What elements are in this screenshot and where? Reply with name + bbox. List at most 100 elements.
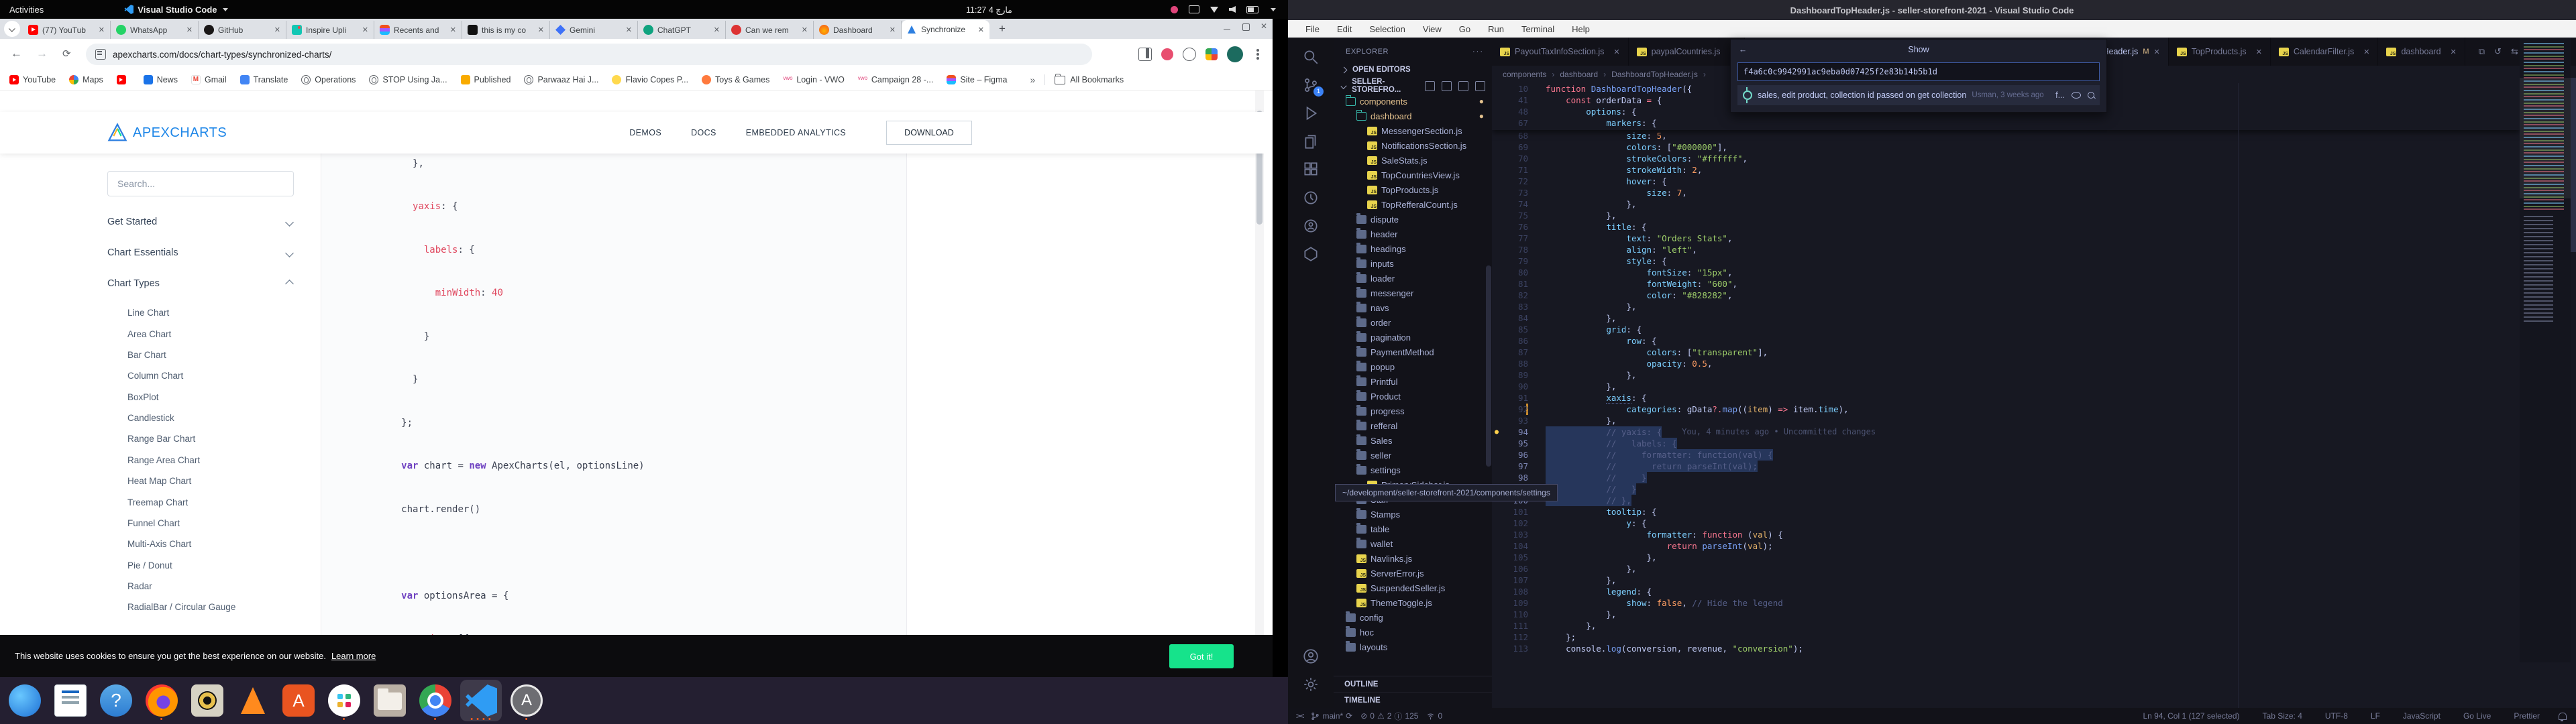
tree-item[interactable]: layouts: [1334, 640, 1492, 654]
apexcharts-logo[interactable]: APEXCHARTS: [107, 123, 227, 143]
browser-tab[interactable]: Inspire Upli: [286, 21, 374, 39]
tab-close-icon[interactable]: [2451, 48, 2457, 56]
page-scrollbar[interactable]: [1255, 90, 1264, 654]
address-bar[interactable]: apexcharts.com/docs/chart-types/synchron…: [86, 44, 1092, 65]
sidebar-chart-type-link[interactable]: Area Chart: [107, 323, 309, 344]
explorer-icon[interactable]: [1302, 133, 1320, 150]
lightbulb-icon[interactable]: [1492, 506, 1501, 518]
tab-close-icon[interactable]: [186, 25, 193, 34]
tab-close-icon[interactable]: [714, 25, 720, 34]
eye-icon[interactable]: [2072, 92, 2081, 99]
clock[interactable]: 11:27 مارچ 4: [966, 5, 1012, 15]
lightbulb-icon[interactable]: [1492, 518, 1501, 529]
bookmarks-overflow-icon[interactable]: [1030, 74, 1035, 85]
lightbulb-icon[interactable]: [1492, 369, 1501, 381]
editor-tab[interactable]: dashboard: [2378, 38, 2465, 66]
editor-tab[interactable]: TopProducts.js: [2169, 38, 2271, 66]
sidebar-chart-type-link[interactable]: RadialBar / Circular Gauge: [107, 597, 309, 617]
tree-item[interactable]: seller: [1334, 448, 1492, 463]
menu-item[interactable]: File: [1305, 24, 1320, 34]
tree-item[interactable]: dashboard ●: [1334, 109, 1492, 123]
tree-item[interactable]: refferal: [1334, 418, 1492, 433]
focused-app-menu[interactable]: Visual Studio Code: [124, 5, 227, 15]
tab-close-icon[interactable]: [362, 25, 368, 34]
lightbulb-icon[interactable]: [1492, 141, 1501, 153]
gitlens-icon[interactable]: [1302, 189, 1320, 206]
tree-item[interactable]: ServerError.js: [1334, 566, 1492, 581]
bookmark-item[interactable]: Maps: [69, 75, 103, 84]
sticky-line[interactable]: 67 markers: {: [1492, 117, 2520, 129]
new-file-icon[interactable]: [1425, 81, 1435, 91]
tab-close-icon[interactable]: [1613, 48, 1619, 56]
accounts-icon[interactable]: [1302, 648, 1320, 665]
lightbulb-icon[interactable]: [1492, 267, 1501, 278]
split-editor-icon[interactable]: ⧉: [2479, 46, 2485, 57]
editor-tab[interactable]: paypalCountries.js: [1629, 38, 1745, 66]
tab-close-icon[interactable]: [2256, 48, 2262, 56]
tab-close-icon[interactable]: [274, 25, 280, 34]
open-editors-section[interactable]: OPEN EDITORS: [1334, 62, 1492, 78]
dock-app-icon[interactable]: •: [506, 680, 547, 721]
tree-item[interactable]: wallet: [1334, 536, 1492, 551]
all-bookmarks-button[interactable]: All Bookmarks: [1055, 75, 1124, 84]
bookmark-item[interactable]: [117, 75, 130, 84]
browser-tab[interactable]: Synchronize: [902, 20, 989, 39]
status-bar-item[interactable]: Ln 94, Col 1 (127 selected): [2143, 711, 2239, 721]
tree-item[interactable]: headings: [1334, 241, 1492, 256]
breadcrumb-item[interactable]: components: [1503, 70, 1554, 79]
profile-avatar[interactable]: [1227, 46, 1243, 62]
lightbulb-icon[interactable]: [1492, 529, 1501, 540]
tab-close-icon[interactable]: [626, 25, 632, 34]
bookmark-item[interactable]: Parwaaz Hai J...: [524, 75, 598, 84]
breadcrumb-item[interactable]: DashboardTopHeader.js: [1611, 70, 1706, 79]
sidebar-chart-type-link[interactable]: Funnel Chart: [107, 513, 309, 534]
tree-item[interactable]: Printful: [1334, 374, 1492, 389]
lightbulb-icon[interactable]: [1492, 244, 1501, 255]
lightbulb-icon[interactable]: [1492, 176, 1501, 187]
tree-item[interactable]: NotificationsSection.js: [1334, 138, 1492, 153]
sidebar-chart-type-link[interactable]: Line Chart: [107, 302, 309, 323]
back-arrow-icon[interactable]: [1731, 45, 1755, 54]
extension-icon[interactable]: [1183, 48, 1196, 61]
menu-item[interactable]: Go: [1459, 24, 1470, 34]
lightbulb-icon[interactable]: [1492, 358, 1501, 369]
compare-icon[interactable]: ⇆: [2511, 46, 2518, 57]
bookmark-item[interactable]: STOP Using Ja...: [369, 75, 447, 84]
back-button[interactable]: [8, 46, 25, 63]
lightbulb-icon[interactable]: [1492, 540, 1501, 552]
tab-close-icon[interactable]: [538, 25, 544, 34]
dock-app-icon[interactable]: [4, 680, 46, 721]
dock-app-icon[interactable]: [232, 680, 274, 721]
sidebar-chart-type-link[interactable]: Multi-Axis Chart: [107, 534, 309, 554]
cookie-learn-more-link[interactable]: Learn more: [331, 651, 376, 661]
workspace-root-row[interactable]: SELLER-STOREFRO...: [1334, 78, 1492, 94]
vscode-title-bar[interactable]: DashboardTopHeader.js - seller-storefron…: [1288, 0, 2576, 20]
bookmark-item[interactable]: News: [144, 75, 178, 84]
ports-status[interactable]: 0: [1426, 711, 1442, 721]
browser-tab[interactable]: WhatsApp: [111, 21, 199, 39]
close-button[interactable]: [1260, 23, 1269, 31]
dock-app-icon[interactable]: [369, 680, 411, 721]
lightbulb-icon[interactable]: [1492, 381, 1501, 392]
status-bar-item[interactable]: JavaScript: [2403, 711, 2440, 721]
bookmark-item[interactable]: Login - VWO: [783, 75, 845, 84]
remote-indicator-icon[interactable]: [1296, 711, 1303, 721]
tree-item[interactable]: Stamps: [1334, 507, 1492, 522]
tree-item[interactable]: loader: [1334, 271, 1492, 286]
bookmark-item[interactable]: YouTube: [9, 75, 56, 84]
run-debug-icon[interactable]: [1302, 105, 1320, 122]
status-bar-item[interactable]: LF: [2371, 711, 2380, 721]
tree-item[interactable]: table: [1334, 522, 1492, 536]
sidebar-chart-type-link[interactable]: Range Bar Chart: [107, 428, 309, 449]
scrollbar-thumb[interactable]: [2571, 78, 2576, 252]
browser-tab[interactable]: (77) YouTub: [23, 21, 111, 39]
lightbulb-icon[interactable]: [1492, 563, 1501, 575]
lightbulb-icon[interactable]: [1492, 335, 1501, 347]
browser-menu-icon[interactable]: [1256, 53, 1259, 56]
lightbulb-icon[interactable]: [1492, 187, 1501, 198]
lightbulb-icon[interactable]: [1492, 461, 1501, 472]
dock-app-icon[interactable]: [278, 680, 319, 721]
sidebar-chart-type-link[interactable]: Heat Map Chart: [107, 471, 309, 491]
bookmark-item[interactable]: Translate: [240, 75, 288, 84]
menu-item[interactable]: Selection: [1369, 24, 1405, 34]
